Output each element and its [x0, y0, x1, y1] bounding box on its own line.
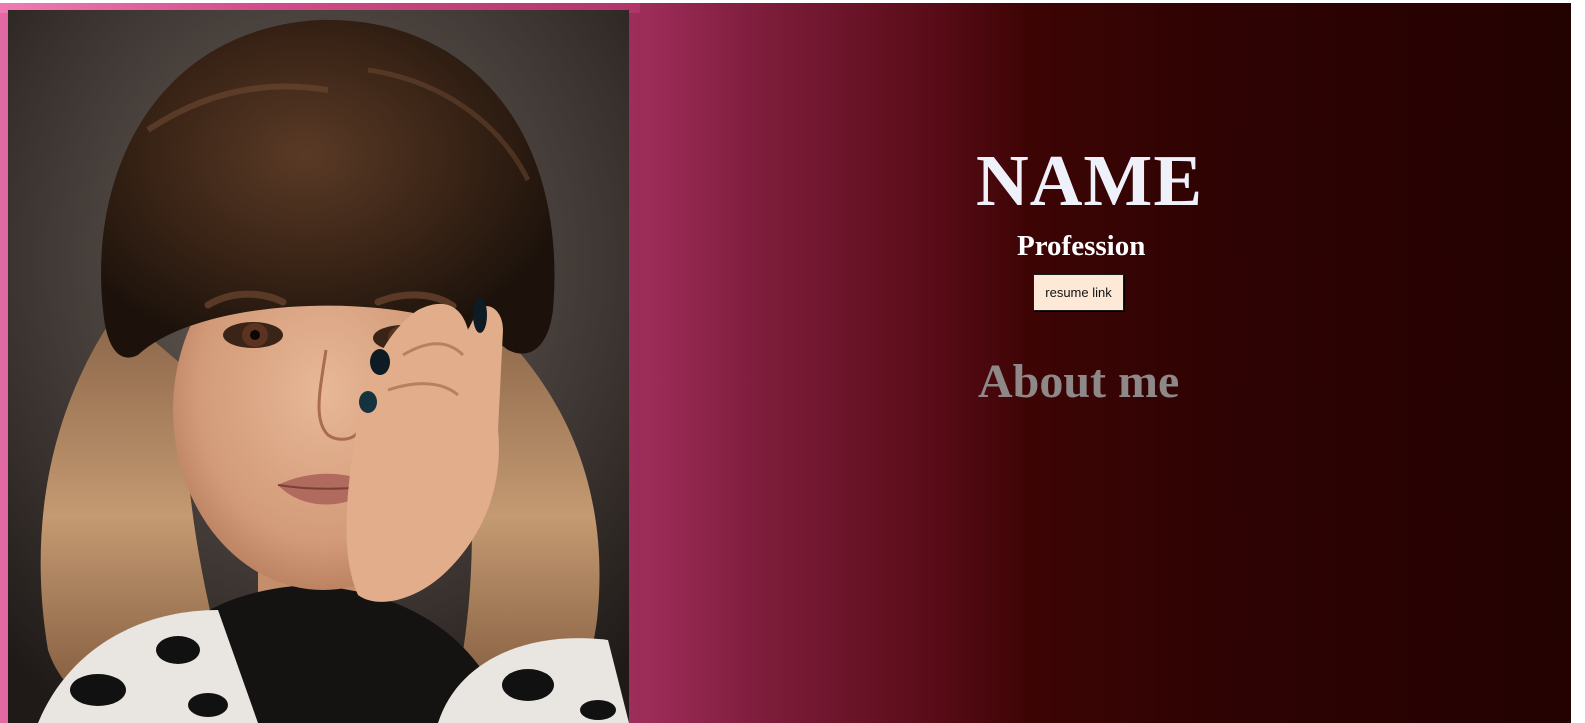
- about-me-heading: About me: [978, 355, 1180, 408]
- resume-link-button[interactable]: resume link: [1033, 274, 1124, 311]
- intro-section: NAME Profession resume link About me: [880, 3, 1300, 723]
- profession-subtitle: Profession: [1017, 230, 1146, 262]
- name-heading: NAME: [976, 140, 1204, 221]
- profile-photo: [8, 10, 629, 723]
- page-background: NAME Profession resume link About me: [0, 3, 1571, 723]
